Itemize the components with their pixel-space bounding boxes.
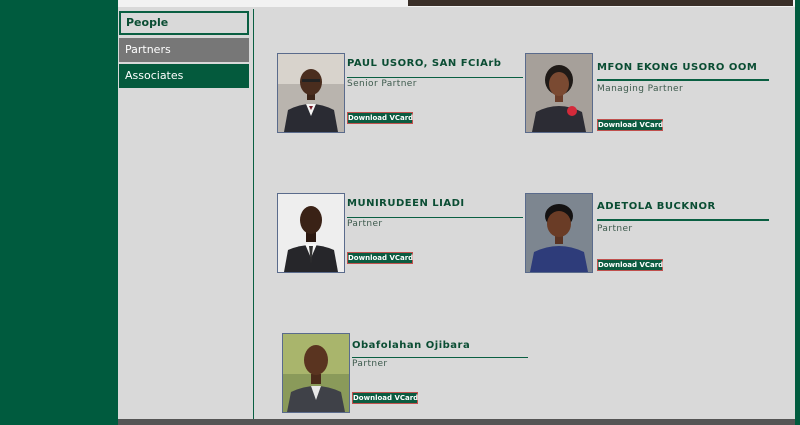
name-underline: [597, 79, 769, 81]
person-photo: [277, 53, 345, 133]
sidebar-item-associates[interactable]: Associates: [119, 64, 249, 88]
name-underline: [347, 217, 523, 218]
person-role: Managing Partner: [597, 84, 684, 94]
person-name: MUNIRUDEEN LIADI: [347, 198, 465, 209]
footer-bar: [118, 419, 795, 425]
download-vcard-button[interactable]: Download VCard: [597, 259, 663, 271]
sidebar-item-partners[interactable]: Partners: [119, 38, 249, 62]
person-photo: [525, 193, 593, 273]
person-photo: [277, 193, 345, 273]
download-vcard-button[interactable]: Download VCard: [347, 112, 413, 124]
sidebar-divider: [253, 9, 254, 419]
download-vcard-button[interactable]: Download VCard: [347, 252, 413, 264]
person-role: Senior Partner: [347, 79, 417, 89]
person-name: Obafolahan Ojibara: [352, 340, 471, 351]
person-role: Partner: [347, 219, 383, 229]
person-name: ADETOLA BUCKNOR: [597, 201, 716, 212]
name-underline: [352, 357, 528, 358]
name-underline: [597, 219, 769, 221]
download-vcard-button[interactable]: Download VCard: [352, 392, 418, 404]
person-photo: [282, 333, 350, 413]
download-vcard-button[interactable]: Download VCard: [597, 119, 663, 131]
sidebar-item-people[interactable]: People: [119, 11, 249, 35]
person-role: Partner: [597, 224, 633, 234]
person-name: MFON EKONG USORO OOM: [597, 62, 758, 73]
person-name: PAUL USORO, SAN FCIArb: [347, 58, 502, 69]
header-banner-image: [408, 0, 793, 6]
content-panel: People Partners Associates PAUL USORO, S…: [118, 0, 795, 425]
person-photo: [525, 53, 593, 133]
page-edge: [795, 0, 800, 425]
person-role: Partner: [352, 359, 388, 369]
name-underline: [347, 77, 523, 78]
